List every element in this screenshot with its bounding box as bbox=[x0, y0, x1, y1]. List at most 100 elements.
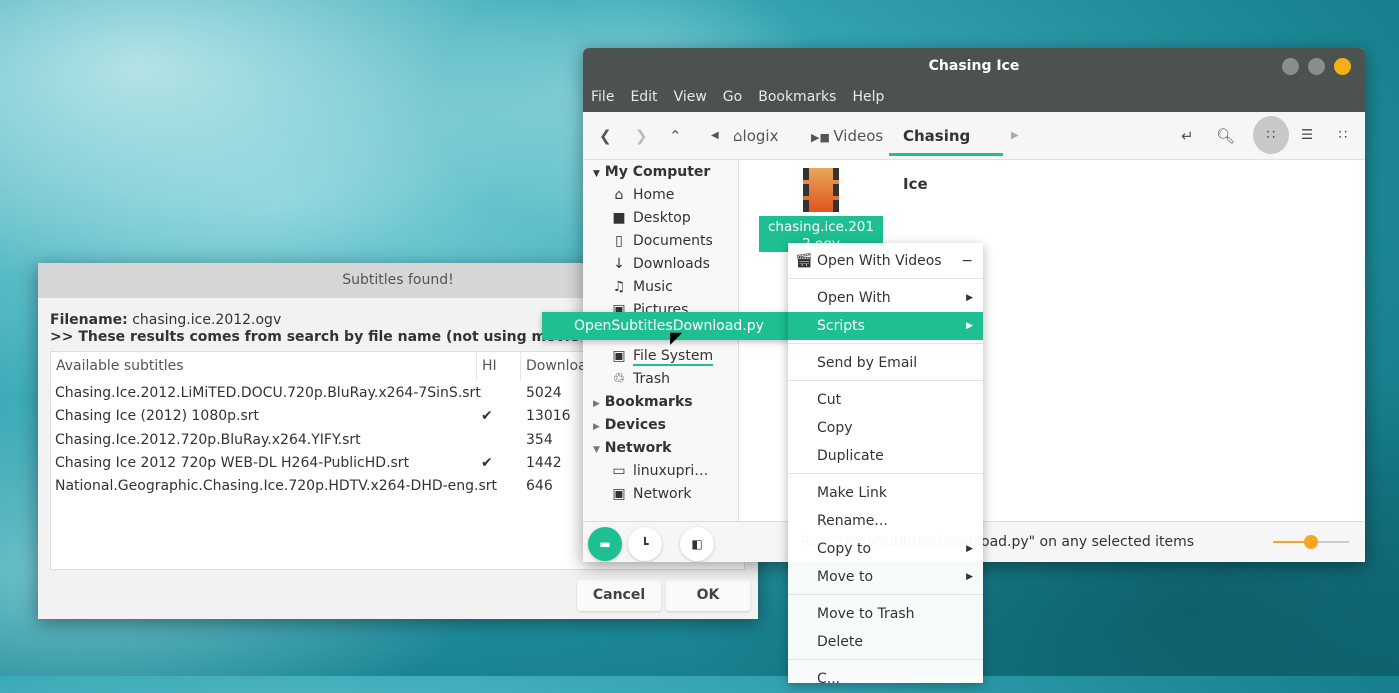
network-icon: ▣ bbox=[612, 486, 626, 502]
column-header-hi[interactable]: HI bbox=[477, 352, 521, 380]
menu-file[interactable]: File bbox=[591, 89, 614, 105]
menu-bar: File Edit View Go Bookmarks Help bbox=[583, 82, 1365, 112]
subtitle-name: National.Geographic.Chasing.Ice.720p.HDT… bbox=[55, 478, 498, 495]
location-toggle-icon[interactable]: ↵ bbox=[1181, 112, 1194, 160]
menu-item-open-with[interactable]: Open With ▶ bbox=[788, 284, 983, 312]
breadcrumb-left-icon[interactable]: ◀ bbox=[711, 112, 719, 160]
breadcrumb-videos[interactable]: ▶■ Videos bbox=[811, 112, 883, 160]
sidebar-section-network[interactable]: ▼ Network bbox=[593, 440, 671, 456]
subtitle-name: Chasing Ice (2012) 1080p.srt bbox=[55, 408, 260, 425]
menu-item-make-link[interactable]: Make Link bbox=[788, 479, 983, 507]
column-header-subtitles[interactable]: Available subtitles bbox=[51, 352, 477, 380]
menu-separator bbox=[788, 594, 983, 595]
compact-view-icon[interactable]: ∷ bbox=[1325, 116, 1361, 154]
music-icon: ♫ bbox=[612, 279, 626, 295]
close-button[interactable] bbox=[1334, 58, 1351, 75]
subtitle-name: Chasing.Ice.2012.LiMiTED.DOCU.720p.BluRa… bbox=[55, 385, 481, 401]
subtitle-name: Chasing.Ice.2012.720p.BluRay.x264.YIFY.s… bbox=[55, 431, 361, 448]
menu-edit[interactable]: Edit bbox=[630, 89, 657, 105]
places-icon[interactable]: ▬ bbox=[588, 527, 622, 561]
zoom-slider[interactable] bbox=[1273, 535, 1349, 549]
menu-help[interactable]: Help bbox=[852, 89, 884, 105]
menu-item-copy[interactable]: Copy bbox=[788, 414, 983, 442]
menu-separator bbox=[788, 659, 983, 660]
sidebar-item-music[interactable]: ♫ Music bbox=[609, 279, 673, 295]
up-icon[interactable]: ⌃ bbox=[669, 112, 682, 160]
drive-icon: ▣ bbox=[612, 348, 626, 364]
ok-button[interactable]: OK bbox=[666, 580, 750, 611]
home-icon: ⌂ bbox=[733, 127, 743, 145]
menu-view[interactable]: View bbox=[674, 89, 707, 105]
menu-bookmarks[interactable]: Bookmarks bbox=[758, 89, 836, 105]
computer-icon: ▭ bbox=[612, 463, 626, 479]
folder-icon: ■ bbox=[612, 210, 626, 226]
maximize-button[interactable] bbox=[1308, 58, 1325, 75]
submenu-arrow-icon: ▶ bbox=[966, 321, 973, 331]
sidebar-item-file-system[interactable]: ▣ File System bbox=[609, 348, 714, 366]
submenu-item-opensubtitlesdownload[interactable]: OpenSubtitlesDownload.py bbox=[542, 312, 790, 340]
sidebar-item-network[interactable]: ▣ Network bbox=[609, 486, 691, 502]
video-icon: ▶■ bbox=[811, 131, 834, 144]
minimize-button[interactable] bbox=[1282, 58, 1299, 75]
download-count: 5024 bbox=[526, 385, 562, 401]
context-menu: 🎬︎ Open With Videos − Open With ▶ Scripts ▶ Sen… bbox=[788, 243, 983, 687]
toggle-sidebar-icon[interactable]: ◧ bbox=[680, 527, 714, 561]
menu-go[interactable]: Go bbox=[723, 89, 742, 105]
menu-item-move-to-trash[interactable]: Move to Trash bbox=[788, 600, 983, 628]
video-file-icon bbox=[803, 168, 839, 212]
sidebar-section-bookmarks[interactable]: ▶ Bookmarks bbox=[593, 394, 693, 410]
download-count: 354 bbox=[526, 431, 553, 448]
menu-separator bbox=[788, 343, 983, 344]
sidebar-item-home[interactable]: ⌂ Home bbox=[609, 187, 675, 203]
menu-separator bbox=[788, 380, 983, 381]
download-count: 13016 bbox=[526, 408, 571, 425]
tree-icon[interactable]: ┗ bbox=[628, 527, 662, 561]
breadcrumb-home[interactable]: ⌂logix bbox=[733, 112, 778, 160]
submenu-arrow-icon: ▶ bbox=[966, 544, 973, 554]
breadcrumb-right-icon[interactable]: ▶ bbox=[1011, 112, 1019, 160]
download-count: 646 bbox=[526, 478, 553, 495]
remove-icon[interactable]: − bbox=[961, 247, 973, 275]
home-icon: ⌂ bbox=[614, 187, 624, 203]
menu-item-cut[interactable]: Cut bbox=[788, 386, 983, 414]
subtitle-name: Chasing Ice 2012 720p WEB-DL H264-Public… bbox=[55, 454, 410, 471]
sidebar-section-devices[interactable]: ▶ Devices bbox=[593, 417, 666, 433]
icon-view-icon[interactable]: ∷ bbox=[1253, 116, 1289, 154]
submenu-arrow-icon: ▶ bbox=[966, 572, 973, 582]
menu-item-c[interactable]: C... bbox=[788, 665, 983, 693]
menu-item-open-with-videos[interactable]: 🎬︎ Open With Videos − bbox=[788, 247, 983, 275]
sidebar-section-my-computer[interactable]: ▼ My Computer bbox=[593, 164, 710, 180]
trash-icon: ♲ bbox=[612, 371, 626, 387]
search-icon[interactable]: 🔍︎ bbox=[1216, 112, 1235, 160]
sidebar-item-linuxuprising[interactable]: ▭ linuxupri… bbox=[609, 463, 708, 479]
menu-item-send-by-email[interactable]: Send by Email bbox=[788, 349, 983, 377]
title-bar: Chasing Ice bbox=[583, 48, 1365, 82]
sidebar-item-documents[interactable]: ▯ Documents bbox=[609, 233, 713, 249]
menu-item-duplicate[interactable]: Duplicate bbox=[788, 442, 983, 470]
sidebar: ▼ My Computer ⌂ Home ■ Desktop ▯ Documents … bbox=[583, 160, 739, 521]
back-icon[interactable]: ❮ bbox=[599, 112, 612, 160]
mouse-cursor-icon: ◤ bbox=[670, 328, 683, 347]
menu-item-rename[interactable]: Rename... bbox=[788, 507, 983, 535]
filename-line: Filename: chasing.ice.2012.ogv bbox=[50, 312, 282, 328]
submenu-arrow-icon: ▶ bbox=[966, 293, 973, 303]
download-count: 1442 bbox=[526, 454, 562, 471]
hi-check: ✔ bbox=[481, 408, 493, 425]
cancel-button[interactable]: Cancel bbox=[577, 580, 661, 611]
menu-item-copy-to[interactable]: Copy to ▶ bbox=[788, 535, 983, 563]
zoom-slider-handle[interactable] bbox=[1304, 535, 1318, 549]
menu-item-scripts[interactable]: Scripts ▶ bbox=[788, 312, 983, 340]
breadcrumb-chasing-ice[interactable]: Chasing Ice bbox=[889, 112, 1003, 193]
sidebar-item-desktop[interactable]: ■ Desktop bbox=[609, 210, 690, 226]
forward-icon[interactable]: ❯ bbox=[635, 112, 648, 160]
list-view-icon[interactable]: ☰ bbox=[1289, 116, 1325, 154]
clapperboard-icon: 🎬︎ bbox=[795, 253, 813, 269]
menu-item-delete[interactable]: Delete bbox=[788, 628, 983, 656]
document-icon: ▯ bbox=[615, 233, 623, 249]
file-item[interactable]: chasing.ice.2012.ogv bbox=[759, 168, 883, 252]
menu-separator bbox=[788, 473, 983, 474]
menu-item-move-to[interactable]: Move to ▶ bbox=[788, 563, 983, 591]
sidebar-item-trash[interactable]: ♲ Trash bbox=[609, 371, 670, 387]
sidebar-item-downloads[interactable]: ↓ Downloads bbox=[609, 256, 710, 272]
menu-separator bbox=[788, 278, 983, 279]
